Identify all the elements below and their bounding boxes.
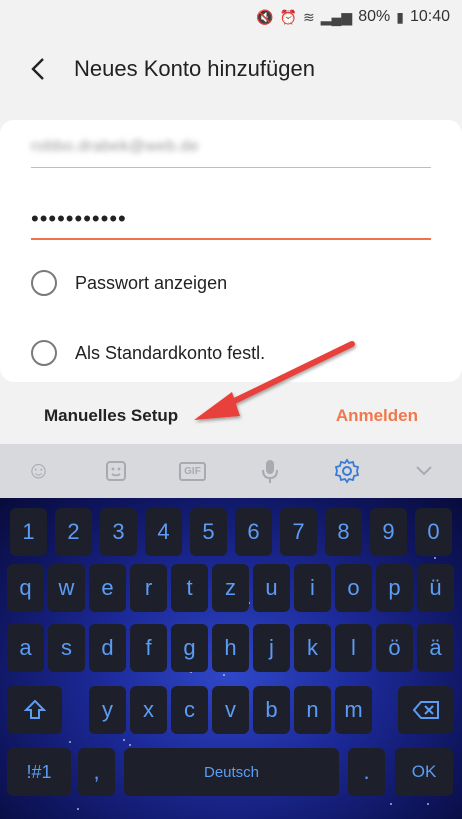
key-m[interactable]: m [335, 686, 372, 734]
key-j[interactable]: j [253, 624, 290, 672]
key-9[interactable]: 9 [370, 508, 407, 556]
sticker-icon[interactable] [93, 451, 139, 491]
key-k[interactable]: k [294, 624, 331, 672]
keyboard-toolbar: ☺ GIF [0, 444, 462, 498]
key-ae[interactable]: ä [417, 624, 454, 672]
key-7[interactable]: 7 [280, 508, 317, 556]
gif-icon[interactable]: GIF [170, 451, 216, 491]
key-s[interactable]: s [48, 624, 85, 672]
key-e[interactable]: e [89, 564, 126, 612]
period-key[interactable]: . [348, 748, 385, 796]
key-n[interactable]: n [294, 686, 331, 734]
background-star [69, 741, 71, 743]
microphone-icon[interactable] [247, 451, 293, 491]
clock: 10:40 [409, 8, 450, 25]
comma-key[interactable]: , [78, 748, 115, 796]
key-a[interactable]: a [7, 624, 44, 672]
key-l[interactable]: l [335, 624, 372, 672]
key-v[interactable]: v [212, 686, 249, 734]
background-star [434, 557, 436, 559]
show-password-option[interactable]: Passwort anzeigen [31, 270, 227, 296]
key-g[interactable]: g [171, 624, 208, 672]
key-d[interactable]: d [89, 624, 126, 672]
battery-level: 80% [358, 8, 391, 25]
key-i[interactable]: i [294, 564, 331, 612]
key-0[interactable]: 0 [415, 508, 452, 556]
page-title: Neues Konto hinzufügen [74, 56, 315, 81]
default-account-label: Als Standardkonto festl. [75, 342, 266, 363]
backspace-key[interactable] [398, 686, 453, 734]
app-header: Neues Konto hinzufügen [0, 34, 462, 104]
settings-gear-icon[interactable] [324, 451, 370, 491]
show-password-checkbox[interactable] [31, 270, 57, 296]
key-ue[interactable]: ü [417, 564, 454, 612]
background-star [129, 744, 131, 746]
symbols-key[interactable]: !#1 [7, 748, 71, 796]
key-h[interactable]: h [212, 624, 249, 672]
key-f[interactable]: f [130, 624, 167, 672]
space-key[interactable]: Deutsch [124, 748, 339, 796]
key-c[interactable]: c [171, 686, 208, 734]
key-o[interactable]: o [335, 564, 372, 612]
key-2[interactable]: 2 [55, 508, 92, 556]
key-3[interactable]: 3 [100, 508, 137, 556]
ok-key[interactable]: OK [395, 748, 453, 796]
background-star [427, 803, 429, 805]
keyboard: 1 2 3 4 5 6 7 8 9 0 q w e r t z u i o p … [0, 498, 462, 819]
wifi-icon: ≋ [303, 8, 315, 25]
email-field[interactable]: robbo.drabek@web.de [31, 128, 431, 168]
battery-icon: ▮ [396, 8, 404, 25]
back-arrow-icon [31, 58, 44, 80]
signal-icon: ▂▄▆ [320, 8, 353, 25]
emoji-icon[interactable]: ☺ [16, 451, 62, 491]
key-x[interactable]: x [130, 686, 167, 734]
background-star [223, 674, 225, 676]
key-p[interactable]: p [376, 564, 413, 612]
account-form-card: robbo.drabek@web.de ••••••••••• Passwort… [0, 120, 462, 382]
mute-icon: 🔇 [256, 8, 274, 25]
key-b[interactable]: b [253, 686, 290, 734]
background-star [390, 803, 392, 805]
backspace-icon [412, 701, 439, 719]
key-r[interactable]: r [130, 564, 167, 612]
key-6[interactable]: 6 [235, 508, 272, 556]
key-t[interactable]: t [171, 564, 208, 612]
key-oe[interactable]: ö [376, 624, 413, 672]
background-star [77, 808, 79, 810]
key-w[interactable]: w [48, 564, 85, 612]
collapse-chevron-icon[interactable] [401, 451, 447, 491]
password-field[interactable]: ••••••••••• [31, 200, 431, 240]
show-password-label: Passwort anzeigen [75, 272, 228, 293]
manual-setup-button[interactable]: Manuelles Setup [44, 406, 178, 426]
password-value: ••••••••••• [31, 206, 127, 231]
shift-arrow-icon [23, 699, 46, 719]
background-star [123, 739, 125, 741]
key-1[interactable]: 1 [10, 508, 47, 556]
default-account-checkbox[interactable] [31, 340, 57, 366]
shift-key[interactable] [7, 686, 62, 734]
key-z[interactable]: z [212, 564, 249, 612]
key-8[interactable]: 8 [325, 508, 362, 556]
key-q[interactable]: q [7, 564, 44, 612]
default-account-option[interactable]: Als Standardkonto festl. [31, 340, 265, 366]
action-row: Manuelles Setup Anmelden [0, 388, 462, 444]
key-5[interactable]: 5 [190, 508, 227, 556]
key-4[interactable]: 4 [145, 508, 182, 556]
back-button[interactable] [10, 39, 70, 99]
alarm-icon: ⏰ [279, 8, 298, 25]
key-u[interactable]: u [253, 564, 290, 612]
email-value: robbo.drabek@web.de [31, 138, 199, 155]
key-y[interactable]: y [89, 686, 126, 734]
login-button[interactable]: Anmelden [336, 406, 418, 426]
status-bar: 🔇 ⏰ ≋ ▂▄▆ 80% ▮ 10:40 [0, 0, 462, 34]
